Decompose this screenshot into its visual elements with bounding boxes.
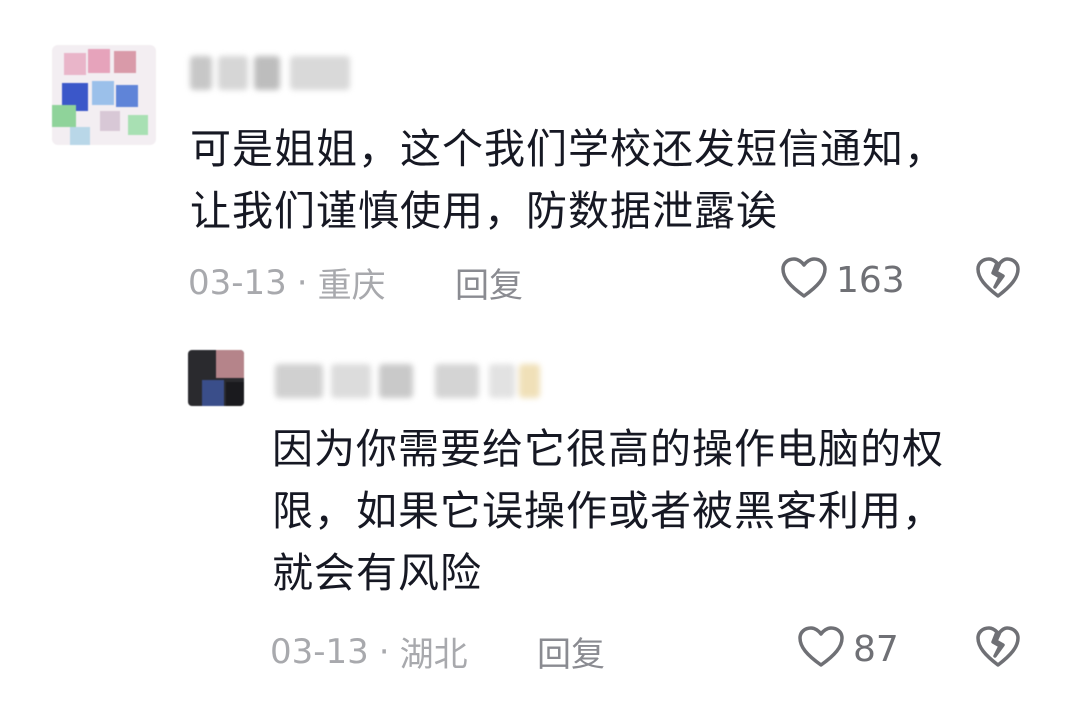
avatar[interactable] [52, 45, 156, 145]
avatar[interactable] [188, 350, 244, 406]
like-count: 163 [836, 259, 905, 301]
like-button[interactable]: 87 [797, 625, 899, 673]
comment-date: 03-13 [188, 262, 287, 303]
comment-text-line: 限，如果它误操作或者被黑客利用， [272, 487, 944, 535]
heart-outline-icon [797, 625, 845, 673]
username-blurred[interactable] [275, 364, 540, 398]
meta-separator: · [296, 262, 308, 303]
reply-comment-item: 因为你需要给它很高的操作电脑的权 限，如果它误操作或者被黑客利用， 就会有风险 … [0, 330, 1080, 702]
comment-text: 可是姐姐，这个我们学校还发短信通知， 让我们谨慎使用，防数据泄露诶 [190, 118, 946, 242]
like-button[interactable]: 163 [780, 256, 905, 304]
comment-text-line: 就会有风险 [272, 549, 482, 597]
heart-outline-icon [780, 256, 828, 304]
comment-text: 因为你需要给它很高的操作电脑的权 限，如果它误操作或者被黑客利用， 就会有风险 [272, 418, 944, 604]
comment-meta: 03-13 · 重庆 [188, 258, 386, 307]
like-count: 87 [853, 628, 899, 670]
reply-button[interactable]: 回复 [537, 627, 605, 676]
dislike-button[interactable] [975, 256, 1021, 304]
broken-heart-icon [975, 626, 1021, 673]
comment-meta: 03-13 · 湖北 [270, 627, 468, 676]
dislike-button[interactable] [975, 625, 1021, 673]
comment-item: 可是姐姐，这个我们学校还发短信通知， 让我们谨慎使用，防数据泄露诶 03-13 … [0, 0, 1080, 330]
reply-button[interactable]: 回复 [455, 258, 523, 307]
comment-text-line: 因为你需要给它很高的操作电脑的权 [272, 425, 944, 473]
broken-heart-icon [975, 257, 1021, 304]
comment-text-line: 让我们谨慎使用，防数据泄露诶 [190, 187, 778, 235]
username-blurred[interactable] [190, 56, 350, 90]
comment-date: 03-13 [270, 631, 369, 672]
comment-text-line: 可是姐姐，这个我们学校还发短信通知， [190, 125, 946, 173]
comment-location: 重庆 [317, 266, 386, 306]
comment-location: 湖北 [399, 635, 468, 675]
meta-separator: · [378, 631, 390, 672]
